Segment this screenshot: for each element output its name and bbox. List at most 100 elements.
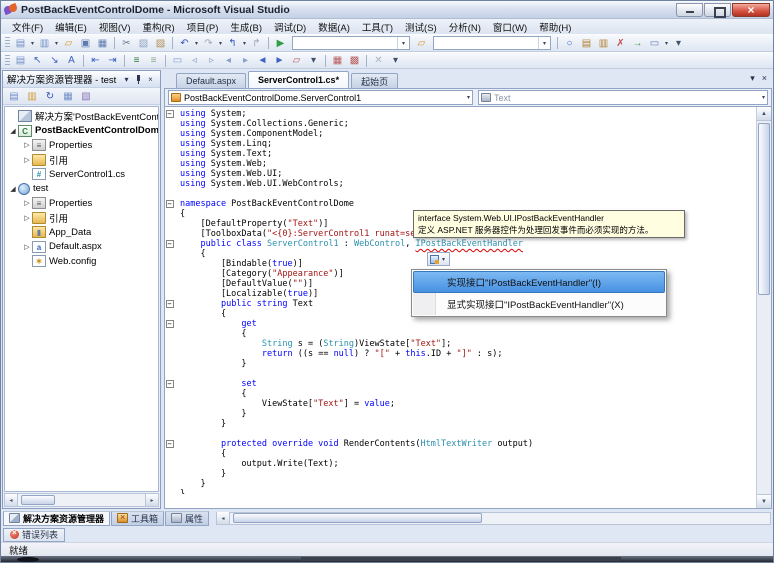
menu-item[interactable]: 视图(V) [93, 20, 137, 34]
scroll-up-icon[interactable]: ▲ [757, 107, 771, 121]
dropdown-arrow-icon[interactable]: ▾ [465, 94, 472, 101]
smart-menu-item[interactable]: 显式实现接口"IPostBackEventHandler"(X) [413, 293, 665, 315]
tree-item[interactable]: ▷ a Default.aspx [5, 240, 158, 255]
start-debugging-button[interactable]: ▶ [272, 36, 289, 51]
tree-item[interactable]: # ServerControl1.cs [5, 167, 158, 182]
properties-button[interactable]: ▤ [6, 89, 22, 103]
tree-expander-icon[interactable]: ▷ [22, 156, 32, 164]
fold-collapse-icon[interactable]: − [165, 110, 174, 118]
scrollbar-thumb[interactable] [758, 123, 770, 295]
tree-item[interactable]: 解决方案'PostBackEventControlDome' (2 个 [5, 109, 158, 124]
tree-expander-icon[interactable]: ◢ [8, 127, 18, 135]
find-combo[interactable]: ▾ [433, 36, 551, 50]
title-bar[interactable]: PostBackEventControlDome - Microsoft Vis… [1, 1, 773, 19]
tree-expander-icon[interactable]: ▷ [22, 141, 32, 149]
tree-expander-icon[interactable]: ▷ [22, 214, 32, 222]
menu-item[interactable]: 重构(R) [136, 20, 180, 34]
toolbar-overflow-button[interactable]: ▾ [670, 36, 687, 51]
comment-selection-button[interactable]: ≡ [128, 53, 145, 68]
dropdown-arrow-icon[interactable]: ▾ [440, 256, 447, 263]
menu-item[interactable]: 帮助(H) [533, 20, 577, 34]
scroll-left-icon[interactable]: ◂ [5, 494, 18, 506]
tree-item[interactable]: ▷ 引用 [5, 211, 158, 226]
solution-explorer-hscrollbar[interactable]: ◂ ▸ [4, 493, 159, 507]
fold-collapse-icon[interactable]: − [165, 200, 174, 208]
scroll-down-icon[interactable]: ▼ [757, 494, 771, 508]
scrollbar-thumb[interactable] [21, 495, 55, 505]
tree-item[interactable]: ▷ 引用 [5, 153, 158, 168]
find-in-files-button[interactable]: ○ [561, 36, 578, 51]
next-bookmark-folder-button[interactable]: ▸ [237, 53, 254, 68]
tree-item[interactable]: ◢ C PostBackEventControlDome [5, 124, 158, 139]
increase-indent-button[interactable]: ⇥ [104, 53, 121, 68]
fold-collapse-icon[interactable]: − [165, 300, 174, 308]
dropdown-arrow-icon[interactable]: ▾ [193, 40, 200, 47]
menu-item[interactable]: 测试(S) [399, 20, 443, 34]
scroll-right-icon[interactable]: ▸ [145, 494, 158, 506]
tree-item[interactable]: ◢ test [5, 182, 158, 197]
tab-servercontrol1cs[interactable]: ServerControl1.cs* [248, 71, 350, 88]
menu-item[interactable]: 项目(P) [181, 20, 225, 34]
previous-bookmark-doc-button[interactable]: ◄ [254, 53, 271, 68]
toggle-bookmark-button[interactable]: ▭ [169, 53, 186, 68]
start-page-button[interactable]: → [629, 36, 646, 51]
show-all-files-button[interactable]: ▥ [24, 89, 40, 103]
tree-item[interactable]: ✶ Web.config [5, 254, 158, 269]
dropdown-arrow-icon[interactable]: ▾ [538, 37, 550, 49]
solution-configurations-combo[interactable]: ▾ [292, 36, 410, 50]
dropdown-arrow-icon[interactable]: ▾ [53, 40, 60, 47]
class-dropdown[interactable]: PostBackEventControlDome.ServerControl1 … [168, 90, 473, 105]
dock-tab-properties[interactable]: 属性 [165, 510, 210, 526]
chevron-down-icon[interactable]: ▾ [121, 75, 132, 84]
pin-icon[interactable] [135, 74, 142, 84]
minimize-button[interactable] [676, 2, 703, 17]
tab-[interactable]: 起始页 [351, 73, 399, 88]
editor-hscrollbar[interactable]: ◂ [216, 511, 771, 525]
tree-expander-icon[interactable]: ▷ [22, 243, 32, 251]
smart-tag-button[interactable]: ▾ [427, 252, 450, 266]
toolbar-overflow-button[interactable]: ▾ [387, 53, 404, 68]
menu-item[interactable]: 生成(B) [224, 20, 268, 34]
output-window-button[interactable]: ▩ [346, 53, 363, 68]
add-item-button[interactable]: ▥ [36, 36, 53, 51]
save-button[interactable]: ▣ [77, 36, 94, 51]
member-dropdown[interactable]: Text ▾ [478, 90, 768, 105]
tab-defaultaspx[interactable]: Default.aspx [176, 73, 247, 88]
scroll-left-icon[interactable]: ◂ [217, 512, 231, 524]
properties-window-button[interactable]: ▥ [595, 36, 612, 51]
word-wrap-button[interactable]: A [63, 53, 80, 68]
tree-expander-icon[interactable]: ▷ [22, 199, 32, 207]
redo-button[interactable]: ↷ [200, 36, 217, 51]
paste-button[interactable]: ▨ [152, 36, 169, 51]
decrease-indent-button[interactable]: ⇤ [87, 53, 104, 68]
web-folder-button[interactable]: ▱ [413, 36, 430, 51]
close-button[interactable] [732, 2, 770, 17]
toolbox-button[interactable]: ✗ [612, 36, 629, 51]
dropdown-arrow-icon[interactable]: ▾ [217, 40, 224, 47]
refresh-button[interactable]: ↻ [42, 89, 58, 103]
view-class-diagram-button[interactable]: ▧ [78, 89, 94, 103]
code-editor[interactable]: − using System; using System.Collections.G… [164, 106, 772, 509]
menu-item[interactable]: 工具(T) [356, 20, 399, 34]
fold-collapse-icon[interactable]: − [165, 440, 174, 448]
maximize-button[interactable] [704, 2, 731, 18]
tree-expander-icon[interactable]: ◢ [8, 185, 18, 193]
tab-error-list[interactable]: 错误列表 [3, 527, 66, 542]
save-all-button[interactable]: ▦ [94, 36, 111, 51]
fold-collapse-icon[interactable]: − [165, 380, 174, 388]
navigate-backward-button[interactable]: ↰ [224, 36, 241, 51]
insert-snippet-button[interactable]: ↘ [46, 53, 63, 68]
toolbar-overflow-button[interactable]: ▾ [305, 53, 322, 68]
undo-button[interactable]: ↶ [176, 36, 193, 51]
menu-item[interactable]: 调试(D) [268, 20, 312, 34]
dropdown-arrow-icon[interactable]: ▾ [241, 40, 248, 47]
display-quickinfo-button[interactable]: ▤ [12, 53, 29, 68]
solution-explorer-titlebar[interactable]: 解决方案资源管理器 - test ▾ × [3, 71, 160, 88]
close-icon[interactable]: × [145, 75, 156, 84]
tree-item[interactable]: ▷ ≡ Properties [5, 196, 158, 211]
close-document-icon[interactable]: × [762, 73, 767, 84]
new-project-button[interactable]: ▤ [12, 36, 29, 51]
uncomment-selection-button[interactable]: ≡ [145, 53, 162, 68]
surround-with-button[interactable]: ↖ [29, 53, 46, 68]
hex-display-button[interactable]: ✕ [370, 53, 387, 68]
